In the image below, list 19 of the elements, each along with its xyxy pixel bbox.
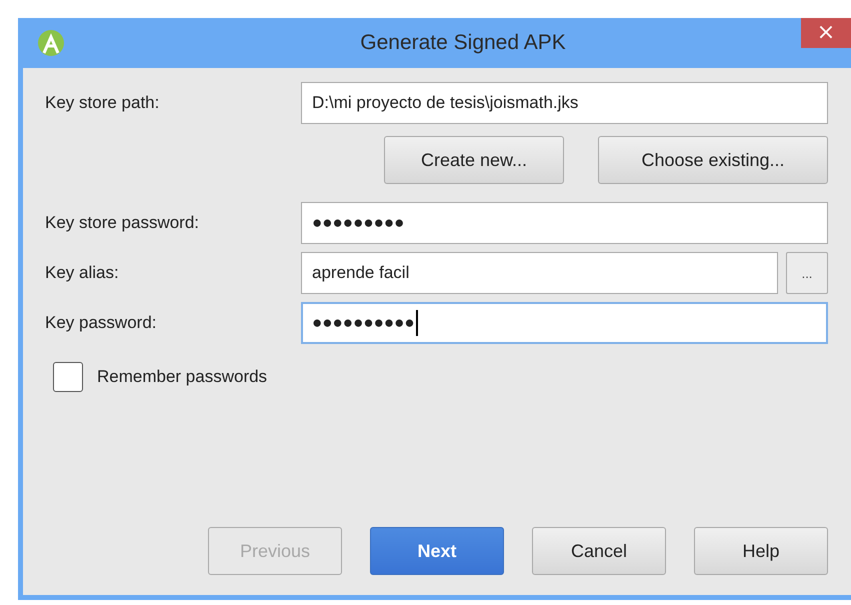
close-button[interactable]: × [801, 18, 851, 48]
field-label: Key password: [45, 313, 158, 333]
android-icon [37, 29, 65, 57]
dialog-button[interactable]: Create new... [384, 136, 564, 184]
input-field[interactable]: aprende facil [301, 252, 778, 294]
dialog-button[interactable]: Next [370, 527, 504, 575]
input-field[interactable]: ●●●●●●●●●● [301, 302, 828, 344]
field-label: Key store password: [45, 213, 200, 233]
input-field[interactable]: ●●●●●●●●● [301, 202, 828, 244]
checkbox[interactable] [53, 362, 83, 392]
checkbox-label: Remember passwords [97, 367, 268, 387]
dialog-button[interactable]: Choose existing... [598, 136, 828, 184]
input-field[interactable]: D:\mi proyecto de tesis\joismath.jks [301, 82, 828, 124]
dialog-button[interactable]: Cancel [532, 527, 666, 575]
dialog-button[interactable]: Help [694, 527, 828, 575]
field-label: Key store path: [45, 93, 160, 113]
browse-button[interactable]: ... [786, 252, 828, 294]
window-title: Generate Signed APK [359, 31, 567, 55]
field-label: Key alias: [45, 263, 120, 283]
